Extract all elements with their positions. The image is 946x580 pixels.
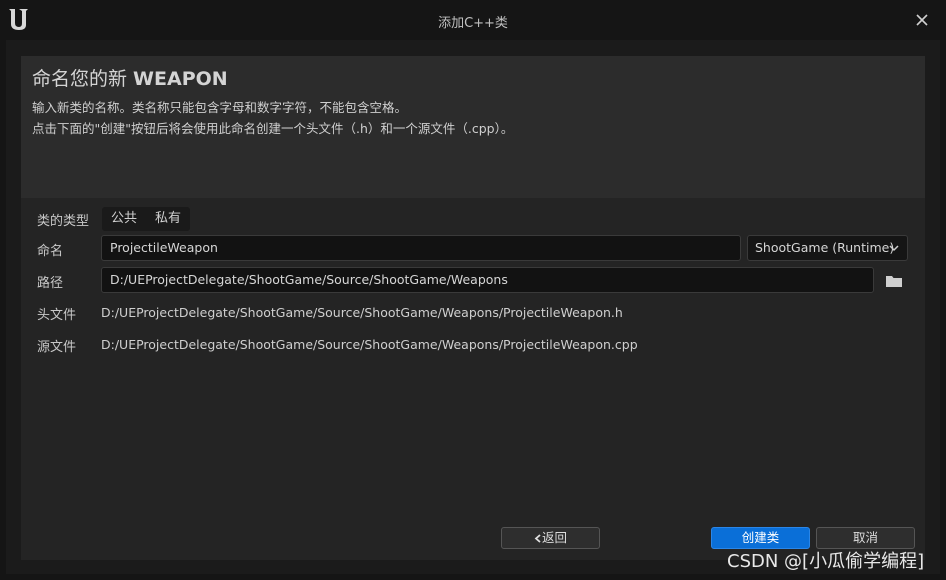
class-type-public[interactable]: 公共 [102, 207, 146, 231]
title-bar: 添加C++类 [0, 0, 946, 40]
source-file-path: D:/UEProjectDelegate/ShootGame/Source/Sh… [101, 337, 638, 352]
module-dropdown-value: ShootGame (Runtime) [755, 240, 895, 255]
page-title: 命名您的新 WEAPON [32, 64, 228, 91]
class-type-label: 类的类型 [37, 214, 90, 229]
page-title-class: WEAPON [133, 68, 228, 90]
back-button-label: 返回 [541, 530, 567, 545]
chevron-down-icon [889, 245, 899, 252]
header-file-path: D:/UEProjectDelegate/ShootGame/Source/Sh… [101, 305, 623, 320]
description-line-1: 输入新类的名称。类名称只能包含字母和数字字符，不能包含空格。 [32, 100, 408, 115]
watermark: CSDN @[小瓜偷学编程] [727, 551, 925, 572]
class-name-input[interactable]: ProjectileWeapon [101, 235, 741, 261]
path-label: 路径 [37, 276, 64, 291]
window-title: 添加C++类 [438, 16, 508, 31]
create-class-button[interactable]: 创建类 [711, 527, 810, 549]
chevron-left-icon [534, 534, 541, 543]
path-input[interactable]: D:/UEProjectDelegate/ShootGame/Source/Sh… [101, 267, 874, 293]
folder-icon[interactable] [885, 274, 903, 288]
back-button[interactable]: 返回 [501, 527, 600, 549]
name-label: 命名 [37, 244, 64, 259]
class-type-private[interactable]: 私有 [146, 207, 190, 231]
class-type-toggle: 公共 私有 [102, 207, 190, 231]
cancel-button[interactable]: 取消 [816, 527, 915, 549]
close-icon[interactable] [910, 9, 934, 31]
header-file-label: 头文件 [37, 308, 77, 323]
source-file-label: 源文件 [37, 340, 77, 355]
description-line-2: 点击下面的"创建"按钮后将会使用此命名创建一个头文件（.h）和一个源文件（.cp… [32, 121, 514, 136]
page-title-prefix: 命名您的新 [32, 68, 134, 90]
module-dropdown[interactable]: ShootGame (Runtime) [747, 235, 908, 261]
